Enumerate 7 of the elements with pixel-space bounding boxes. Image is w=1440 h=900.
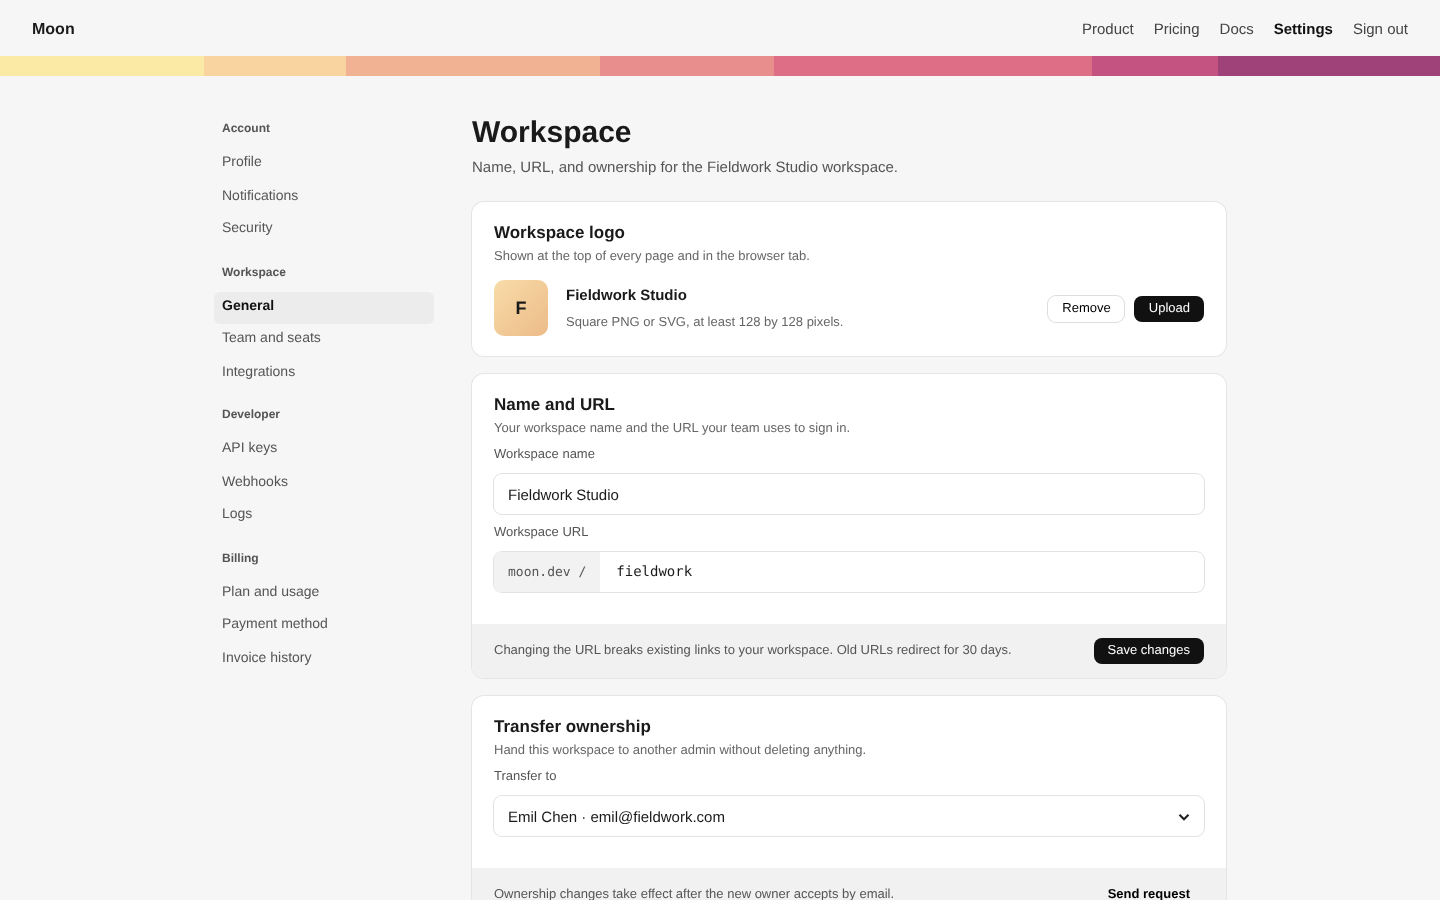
chevron-down-icon [1178,811,1190,821]
card-title: Transfer ownership [494,716,653,736]
logo-tile: F [494,280,548,336]
page-title: Workspace [472,116,634,150]
card-title: Name and URL [494,394,617,414]
card-title: Workspace logo [494,222,627,242]
brand-name: Moon [32,19,75,37]
